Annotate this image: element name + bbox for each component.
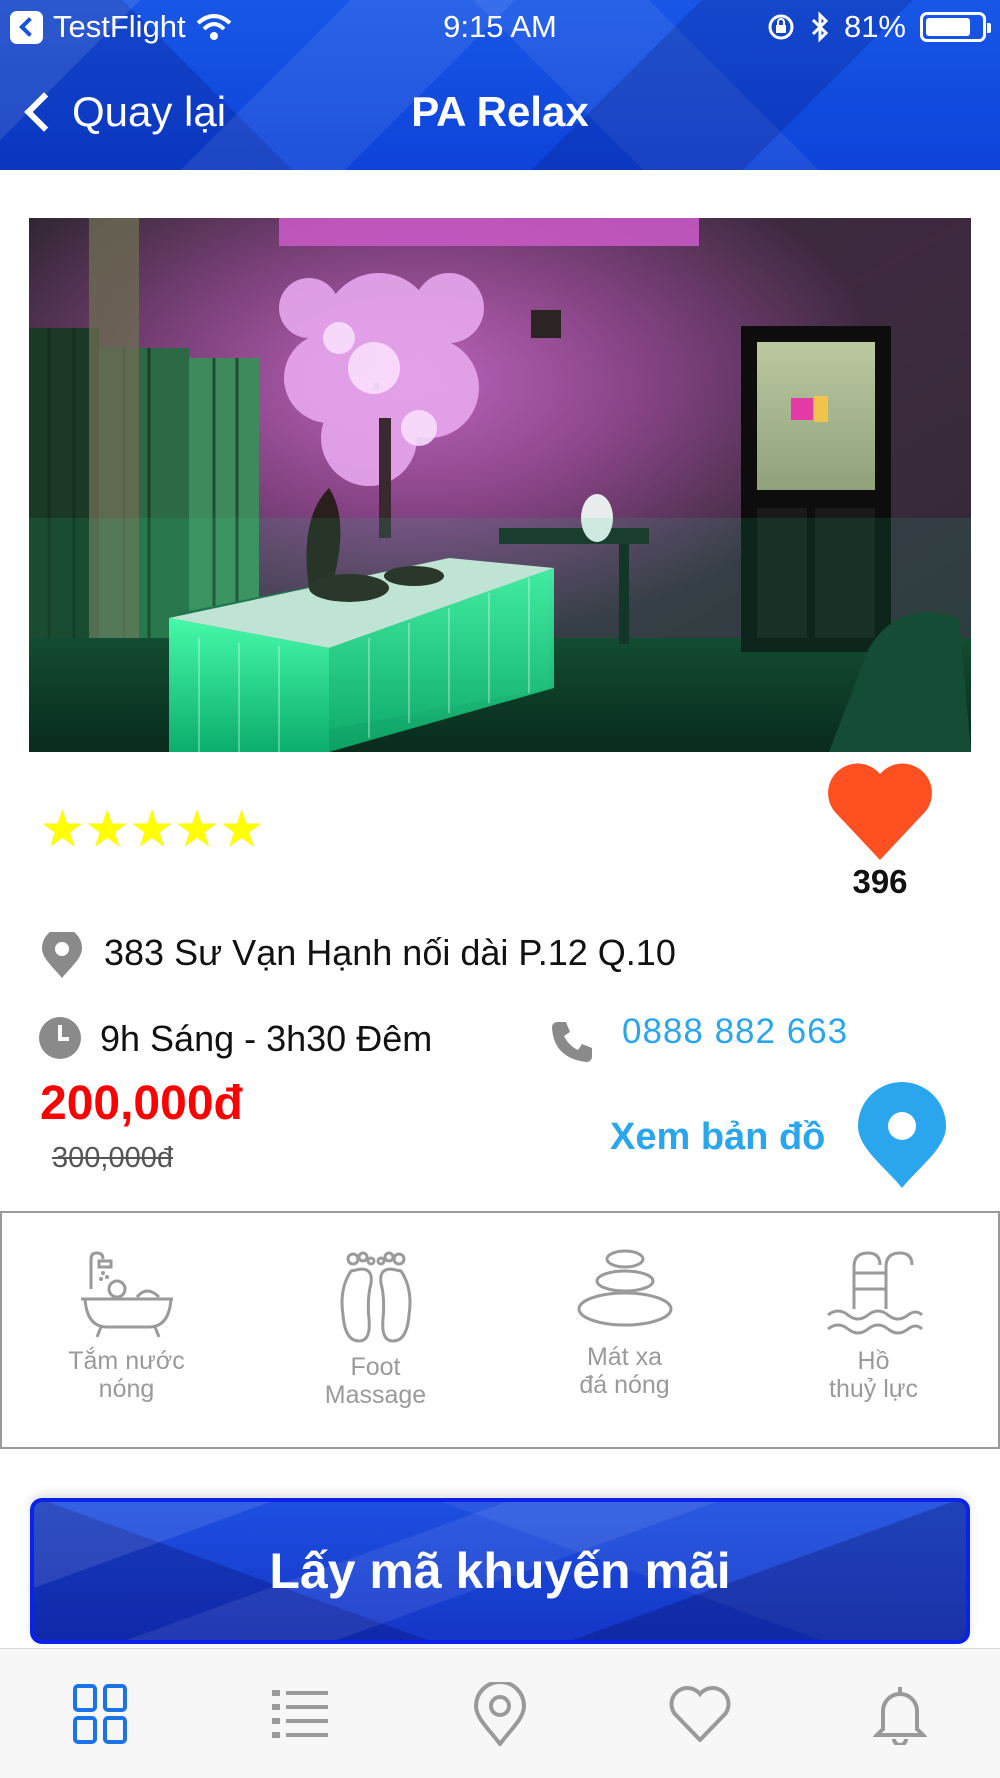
tab-list[interactable]	[200, 1649, 400, 1778]
pool-ladder-icon	[826, 1251, 923, 1335]
amenity-label: Tắm nước nóng	[68, 1347, 185, 1403]
header: TestFlight 9:15 AM 81% Quay lại PA Relax	[0, 0, 1000, 170]
feet-icon	[340, 1251, 411, 1343]
address-text: 383 Sư Vạn Hạnh nối dài P.12 Q.10	[104, 932, 676, 973]
tab-bar	[0, 1648, 1000, 1778]
favorite-widget[interactable]: 396	[820, 762, 940, 901]
map-pin-icon[interactable]	[854, 1082, 950, 1190]
bell-icon	[873, 1686, 927, 1745]
bluetooth-icon	[811, 11, 829, 43]
battery-percent: 81%	[843, 9, 906, 44]
phone-icon[interactable]	[550, 1018, 596, 1064]
amenity-item: Hồ thuỷ lực	[749, 1213, 998, 1447]
tab-favorites[interactable]	[600, 1649, 800, 1778]
get-promo-code-button[interactable]: Lấy mã khuyến mãi	[30, 1498, 970, 1644]
amenity-label: Hồ thuỷ lực	[829, 1347, 918, 1403]
favorite-count: 396	[852, 863, 908, 900]
amenity-item: Mát xa đá nóng	[500, 1213, 749, 1447]
clock-icon	[39, 1017, 81, 1059]
amenity-label: Mát xa đá nóng	[579, 1343, 670, 1399]
tab-notifications[interactable]	[800, 1649, 1000, 1778]
rating-stars: ★★★★★	[40, 801, 265, 857]
tab-home[interactable]	[0, 1649, 200, 1778]
rotation-lock-icon	[768, 14, 794, 40]
status-bar: TestFlight 9:15 AM 81%	[0, 0, 1000, 54]
grid-icon	[73, 1683, 127, 1744]
nav-bar: Quay lại PA Relax	[0, 70, 1000, 156]
battery-icon	[920, 12, 991, 42]
phone-number-link[interactable]: 0888 882 663	[622, 1012, 848, 1052]
heart-icon[interactable]	[825, 762, 935, 862]
spa-room-photo[interactable]	[29, 218, 971, 752]
page-title: PA Relax	[411, 88, 589, 135]
tab-map[interactable]	[400, 1649, 600, 1778]
list-icon	[272, 1689, 328, 1738]
location-icon	[473, 1681, 527, 1746]
view-map-link[interactable]: Xem bản đồ	[610, 1116, 825, 1159]
heart-icon	[669, 1685, 731, 1742]
amenity-item: Tắm nước nóng	[2, 1213, 251, 1447]
location-pin-icon	[42, 932, 82, 978]
amenity-item: Foot Massage	[251, 1213, 500, 1447]
amenity-label: Foot Massage	[324, 1353, 427, 1409]
amenities-panel: Tắm nước nóng Foot Massage Mát xa đá nón…	[0, 1211, 1000, 1449]
original-price: 300,000đ	[52, 1142, 173, 1174]
bathtub-icon	[80, 1251, 173, 1338]
hot-stones-icon	[577, 1249, 672, 1327]
opening-hours: 9h Sáng - 3h30 Đêm	[100, 1018, 433, 1059]
sale-price: 200,000đ	[40, 1077, 243, 1130]
